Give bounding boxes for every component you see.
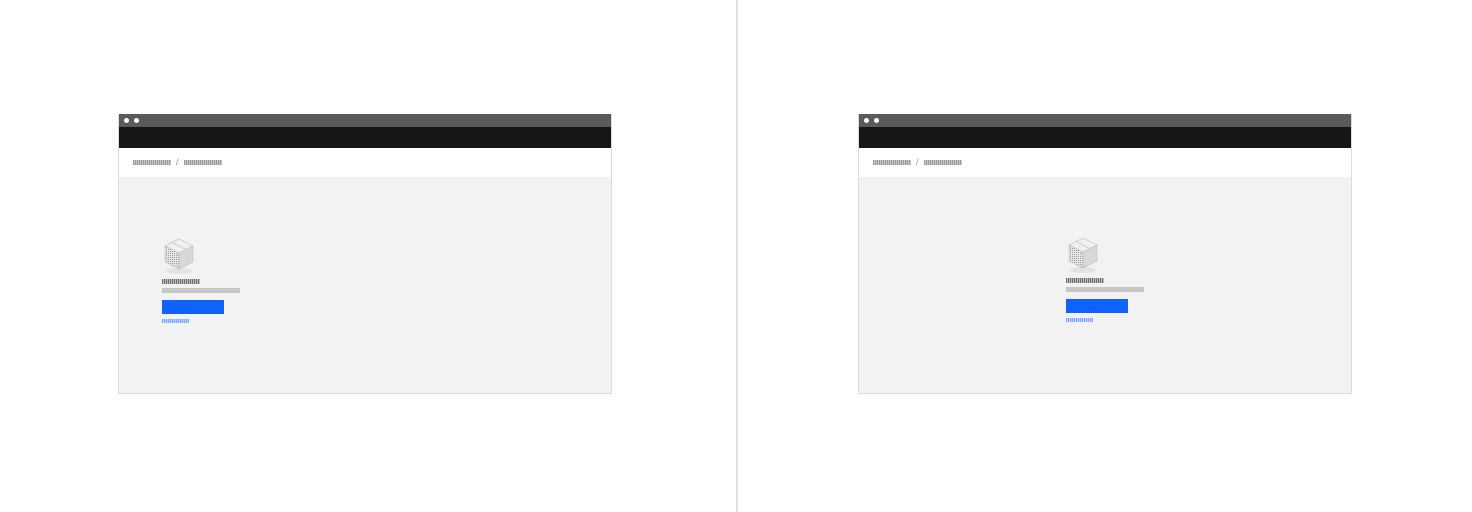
breadcrumb: / <box>859 148 1351 177</box>
window-control-dot[interactable] <box>874 118 879 123</box>
window-chrome <box>859 114 1351 127</box>
primary-action-button[interactable] <box>162 300 224 314</box>
panel-divider <box>736 0 738 512</box>
breadcrumb-item[interactable] <box>183 160 222 165</box>
empty-state <box>162 237 240 323</box>
empty-state-title <box>1066 278 1104 283</box>
breadcrumb-item[interactable] <box>873 160 911 165</box>
window-right: / <box>858 114 1352 394</box>
masthead <box>119 127 611 148</box>
primary-action-button[interactable] <box>1066 299 1128 313</box>
empty-state-description <box>1066 287 1144 292</box>
secondary-link[interactable] <box>162 319 189 323</box>
empty-state-description <box>162 288 240 293</box>
breadcrumb-separator: / <box>176 157 179 167</box>
window-left: / <box>118 114 612 394</box>
breadcrumb-item[interactable] <box>133 160 171 165</box>
package-box-icon <box>164 238 194 274</box>
secondary-link[interactable] <box>1066 318 1093 322</box>
breadcrumb-separator: / <box>916 157 919 167</box>
package-box-icon <box>1068 237 1098 273</box>
empty-state-title <box>162 279 200 284</box>
window-control-dot[interactable] <box>864 118 869 123</box>
window-chrome <box>119 114 611 127</box>
main-content <box>859 177 1351 393</box>
empty-state <box>1066 236 1144 322</box>
window-control-dot[interactable] <box>124 118 129 123</box>
main-content <box>119 177 611 393</box>
masthead <box>859 127 1351 148</box>
window-control-dot[interactable] <box>134 118 139 123</box>
breadcrumb: / <box>119 148 611 177</box>
breadcrumb-item[interactable] <box>923 160 962 165</box>
